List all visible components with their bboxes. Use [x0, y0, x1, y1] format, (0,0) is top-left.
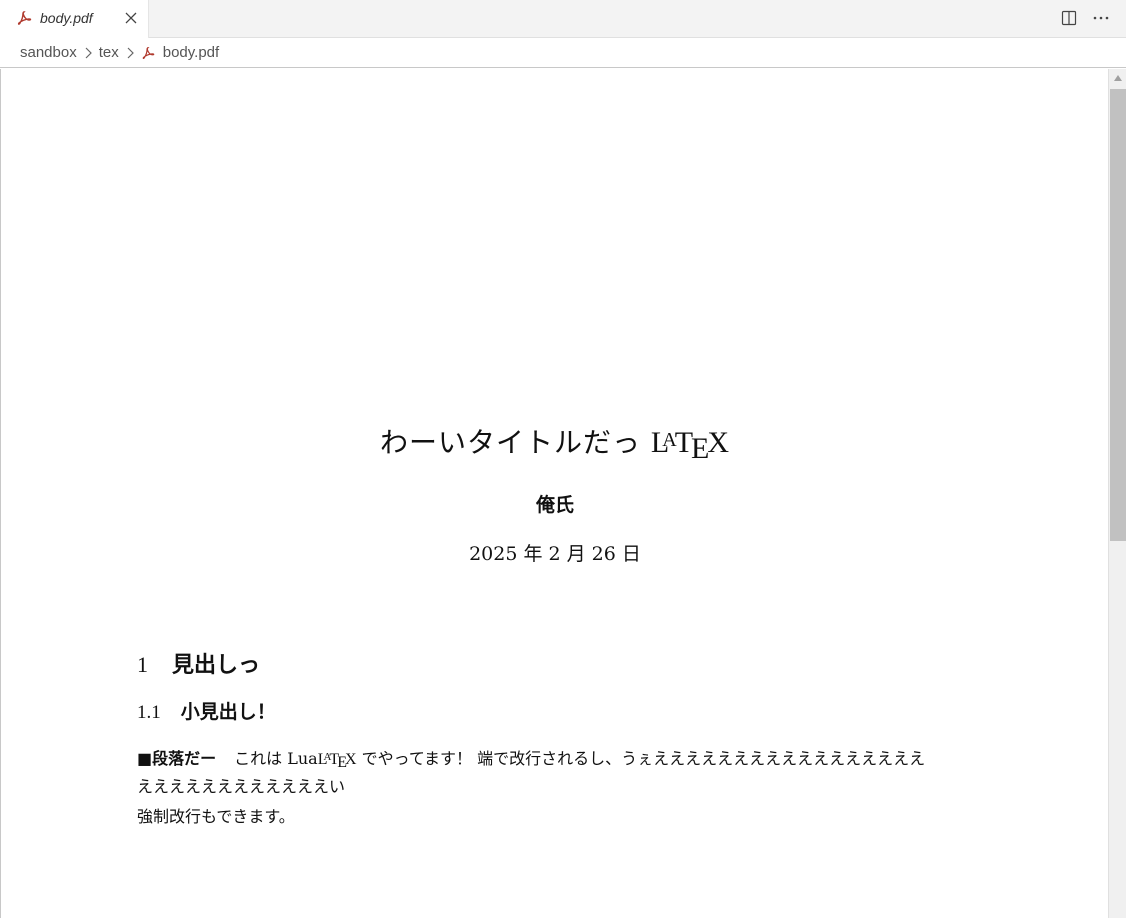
scroll-up-icon[interactable]: [1114, 75, 1122, 81]
paragraph-heading: ■段落だー: [137, 749, 217, 768]
paragraph-text-cont: でやってます！ 端で改行されるし、うぇえええええええええええええええええ: [356, 749, 926, 768]
document-author: 俺氏: [535, 494, 574, 516]
pdf-icon: [17, 11, 32, 25]
tab-body-pdf[interactable]: body.pdf: [0, 0, 149, 38]
scrollbar-thumb[interactable]: [1110, 89, 1126, 541]
breadcrumb: sandbox tex body.pdf: [0, 38, 1126, 68]
tab-label: body.pdf: [40, 10, 93, 26]
title-text: わーいタイトルだっ: [379, 426, 641, 459]
subsection-number: 1.1: [137, 702, 161, 723]
document-title: わーいタイトルだっ LATEX: [1, 421, 1109, 466]
vertical-scrollbar[interactable]: [1108, 69, 1126, 918]
breadcrumb-item-body-pdf[interactable]: body.pdf: [141, 44, 219, 61]
paragraph-line-3: 強制改行もできます。: [137, 807, 295, 826]
subsection-heading: 1.1 小見出し！: [137, 697, 276, 724]
chevron-right-icon: [81, 46, 95, 60]
more-actions-icon[interactable]: [1092, 9, 1110, 27]
pdf-viewer[interactable]: わーいタイトルだっ LATEX 俺氏 2025 年 2 月 26 日 1 見出しっ…: [0, 69, 1108, 918]
split-editor-icon[interactable]: [1060, 9, 1078, 27]
section-number: 1: [137, 652, 148, 677]
paragraph-line-2: ええええええええええええい: [137, 777, 346, 796]
close-icon[interactable]: [124, 11, 138, 25]
tab-bar: body.pdf: [0, 0, 1126, 38]
chevron-right-icon: [123, 46, 137, 60]
document-date: 2025 年 2 月 26 日: [469, 543, 641, 565]
breadcrumb-item-tex[interactable]: tex: [99, 44, 119, 61]
latex-logo: LATEX: [317, 751, 357, 771]
latex-logo: LATEX: [650, 426, 731, 465]
pdf-icon: [142, 46, 155, 59]
breadcrumb-item-sandbox[interactable]: sandbox: [20, 44, 77, 61]
breadcrumb-label: body.pdf: [162, 44, 220, 61]
section-heading: 1 見出しっ: [137, 647, 260, 679]
section-title: 見出しっ: [172, 653, 261, 678]
subsection-title: 小見出し！: [180, 701, 276, 723]
paragraph-text: これは Lua: [234, 749, 318, 768]
